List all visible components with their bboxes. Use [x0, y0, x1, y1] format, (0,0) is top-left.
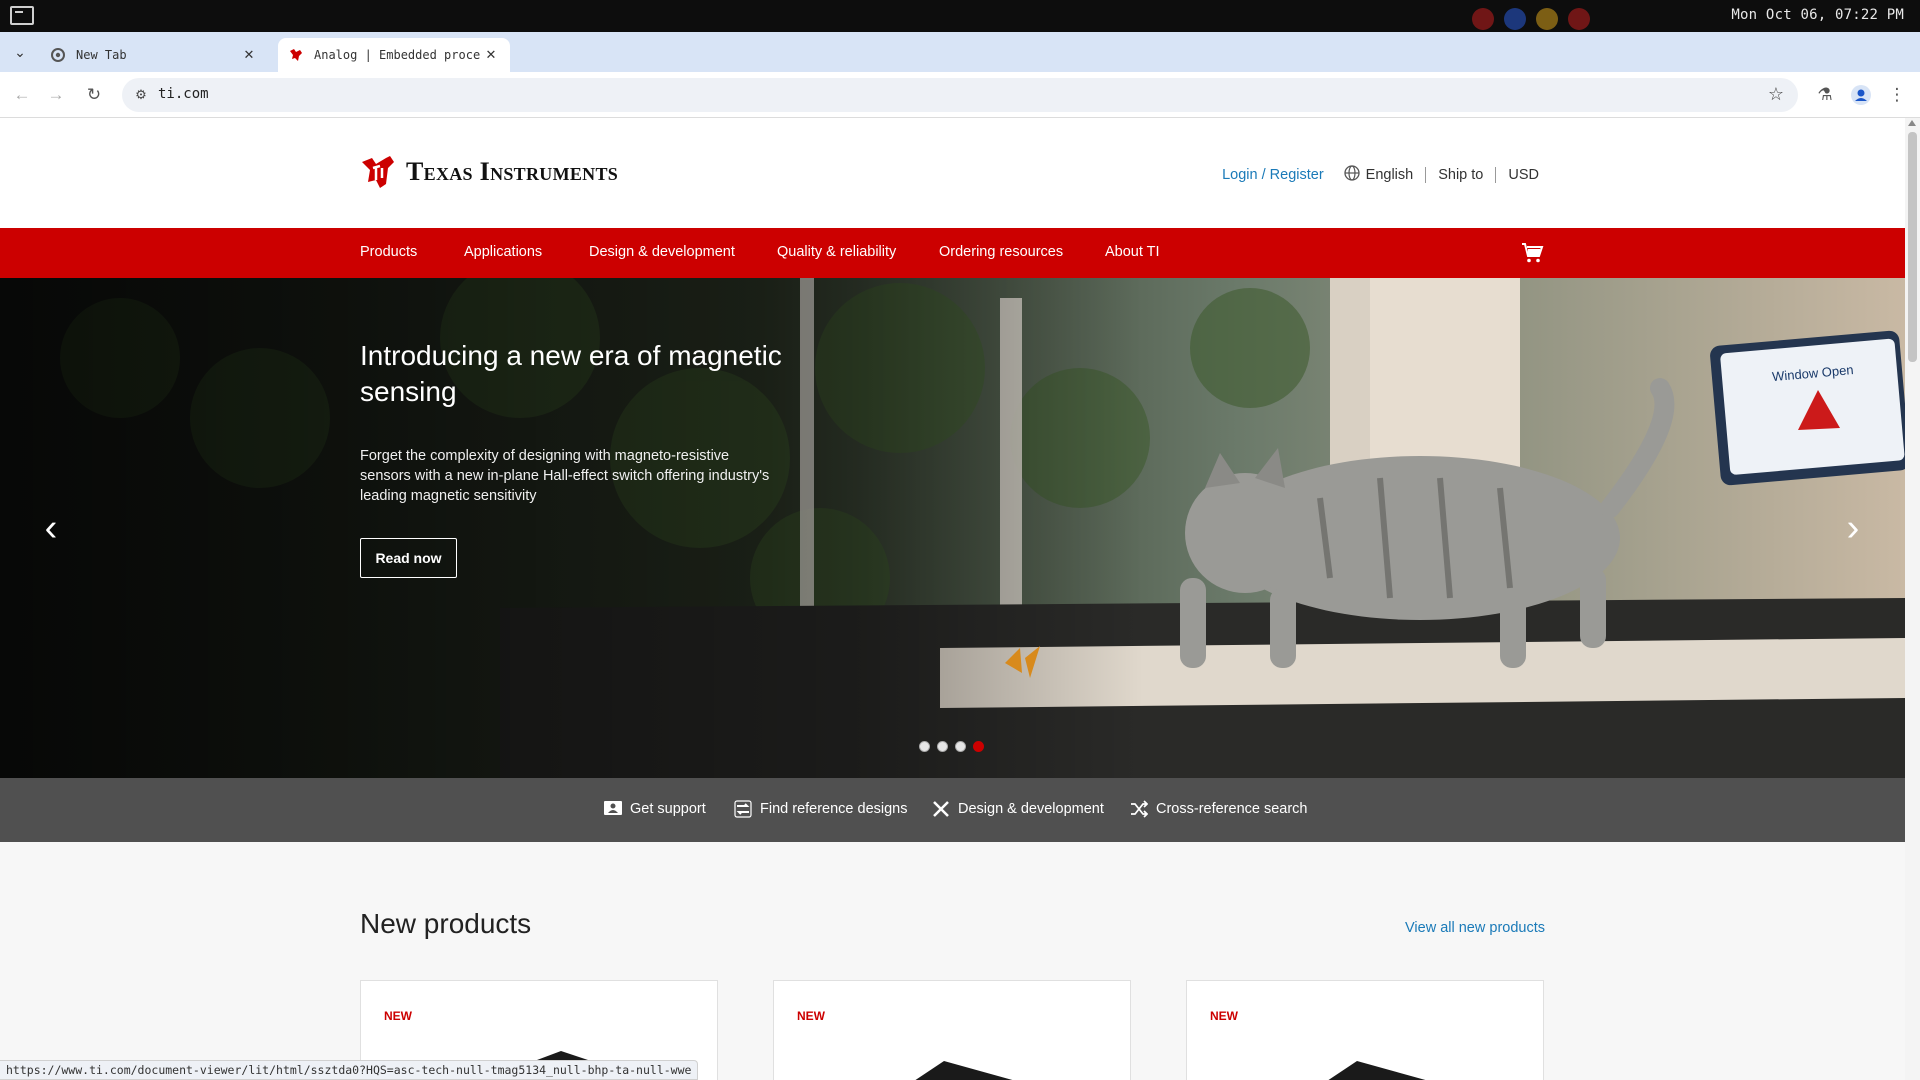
tab-title: New Tab: [76, 48, 127, 62]
labs-flask-icon[interactable]: ⚗: [1813, 83, 1837, 107]
tab-title: Analog | Embedded proce: [314, 48, 481, 62]
link-status-bubble: https://www.ti.com/document-viewer/lit/h…: [0, 1060, 699, 1080]
new-badge: NEW: [384, 1009, 412, 1023]
main-nav: Products Applications Design & developme…: [0, 228, 1905, 278]
quick-links-bar: Get support Find reference designs Desig…: [0, 778, 1905, 842]
divider: [1495, 167, 1497, 183]
tab-ti[interactable]: Analog | Embedded proce ✕: [278, 38, 510, 72]
chip-image: [1328, 1061, 1426, 1080]
hero-description: Forget the complexity of designing with …: [360, 448, 770, 504]
quick-link-label: Design & development: [958, 801, 1104, 817]
carousel-next-icon[interactable]: ›: [1838, 508, 1868, 548]
ship-to-selector[interactable]: Ship to: [1438, 167, 1483, 183]
nav-applications[interactable]: Applications: [464, 244, 542, 260]
logo-text: Texas Instruments: [406, 157, 619, 186]
tab-search-chevron-icon[interactable]: ⌄: [8, 40, 32, 64]
design-development-link[interactable]: Design & development: [932, 800, 1104, 818]
nav-design-development[interactable]: Design & development: [589, 244, 735, 260]
tray-icon[interactable]: [1536, 8, 1558, 30]
scroll-up-arrow-icon[interactable]: [1908, 120, 1916, 126]
site-settings-icon[interactable]: ⚙: [132, 86, 150, 104]
globe-icon: [1344, 165, 1360, 185]
language-selector[interactable]: English: [1366, 167, 1414, 183]
tray-icon[interactable]: [1504, 8, 1526, 30]
address-bar[interactable]: ⚙ ti.com ☆: [122, 78, 1798, 112]
url-text[interactable]: ti.com: [158, 86, 209, 102]
hero-carousel: Window Open Introducing a new era of mag…: [0, 278, 1905, 778]
product-card[interactable]: NEW: [773, 980, 1131, 1080]
cart-icon[interactable]: [1520, 241, 1544, 265]
carousel-prev-icon[interactable]: ‹: [36, 508, 66, 548]
nav-quality-reliability[interactable]: Quality & reliability: [777, 244, 896, 260]
get-support-link[interactable]: Get support: [604, 800, 706, 818]
nav-products[interactable]: Products: [360, 244, 417, 260]
support-card-icon: [604, 800, 622, 818]
find-reference-designs-link[interactable]: Find reference designs: [734, 800, 908, 818]
os-top-bar: Mon Oct 06, 07:22 PM: [0, 0, 1920, 32]
forward-arrow-icon[interactable]: →: [44, 83, 68, 107]
cross-reference-search-link[interactable]: Cross-reference search: [1130, 800, 1308, 818]
divider: [1425, 167, 1427, 183]
web-page: Texas Instruments Login / Register Engli…: [0, 118, 1905, 1080]
product-card[interactable]: NEW: [1186, 980, 1544, 1080]
menu-kebab-icon[interactable]: ⋮: [1885, 83, 1909, 107]
os-clock: Mon Oct 06, 07:22 PM: [1731, 7, 1904, 23]
ti-logo-icon: [362, 156, 394, 188]
new-badge: NEW: [797, 1009, 825, 1023]
chrome-icon: [50, 47, 66, 63]
reference-design-icon: [734, 800, 752, 818]
carousel-dot[interactable]: [955, 741, 966, 752]
close-tab-icon[interactable]: ✕: [240, 46, 258, 64]
tray-icon[interactable]: [1568, 8, 1590, 30]
terminal-icon[interactable]: [10, 6, 34, 25]
chip-image: [915, 1061, 1013, 1080]
tray-icon[interactable]: [1472, 8, 1494, 30]
carousel-dots: [919, 741, 984, 752]
carousel-dot[interactable]: [937, 741, 948, 752]
ti-logo[interactable]: Texas Instruments: [360, 154, 618, 190]
page-scrollbar[interactable]: [1905, 118, 1920, 1080]
read-now-button[interactable]: Read now: [360, 538, 457, 578]
carousel-dot-active[interactable]: [973, 741, 984, 752]
site-header: Texas Instruments Login / Register Engli…: [0, 118, 1905, 228]
currency-selector[interactable]: USD: [1508, 167, 1539, 183]
tab-new-tab[interactable]: New Tab ✕: [40, 38, 268, 72]
hero-image: Window Open: [0, 278, 1905, 778]
login-register-link[interactable]: Login / Register: [1222, 167, 1324, 183]
ti-favicon-icon: [288, 47, 304, 63]
utility-nav: Login / Register English Ship to USD: [1222, 165, 1539, 185]
tools-icon: [932, 800, 950, 818]
nav-ordering-resources[interactable]: Ordering resources: [939, 244, 1063, 260]
profile-avatar-icon[interactable]: [1849, 83, 1873, 107]
hero-title: Introducing a new era of magnetic sensin…: [360, 340, 782, 407]
new-badge: NEW: [1210, 1009, 1238, 1023]
browser-toolbar: ← → ↻ ⚙ ti.com ☆ ⚗ ⋮: [0, 72, 1920, 118]
quick-link-label: Find reference designs: [760, 801, 908, 817]
quick-link-label: Cross-reference search: [1156, 801, 1308, 817]
new-products-title: New products: [360, 908, 532, 939]
tray-icons: [1472, 8, 1590, 30]
back-arrow-icon[interactable]: ←: [10, 83, 34, 107]
nav-about-ti[interactable]: About TI: [1105, 244, 1160, 260]
shuffle-icon: [1130, 800, 1148, 818]
reload-icon[interactable]: ↻: [82, 83, 106, 107]
view-all-new-products-link[interactable]: View all new products: [1405, 920, 1545, 936]
bookmark-star-icon[interactable]: ☆: [1768, 84, 1784, 105]
close-tab-icon[interactable]: ✕: [482, 46, 500, 64]
tab-strip: ⌄ New Tab ✕ Analog | Embedded proce ✕ + …: [0, 32, 1920, 94]
carousel-dot[interactable]: [919, 741, 930, 752]
quick-link-label: Get support: [630, 801, 706, 817]
scrollbar-thumb[interactable]: [1908, 132, 1917, 362]
